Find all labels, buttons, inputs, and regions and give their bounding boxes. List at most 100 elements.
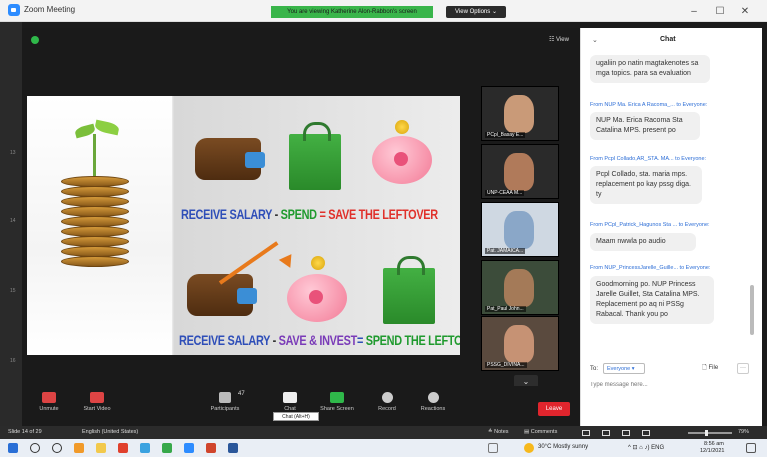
reactions-label: Reactions [420,406,446,412]
chat-collapse-icon[interactable]: ⌄ [592,36,598,44]
formula-term: SAVE THE LEFTOVER [328,206,438,222]
minimize-button[interactable]: – [687,6,701,17]
participant-video [504,211,534,249]
arrow-head-icon [278,250,298,268]
more-options-button[interactable]: ··· [737,363,749,374]
chat-title: Chat [660,36,676,43]
record-icon [381,392,393,403]
shared-slide: RECEIVE SALARY - SPEND = SAVE THE LEFTOV… [27,96,460,355]
zoom-slider-thumb[interactable] [705,430,708,436]
record-label: Record [378,406,396,412]
participant-tile[interactable]: Pat_Paul John... [481,260,559,315]
formula-row-1: RECEIVE SALARY - SPEND = SAVE THE LEFTOV… [181,206,438,222]
to-label: To: [590,366,599,372]
office-icon[interactable] [118,443,128,453]
participant-video [504,325,534,363]
slideshow-icon[interactable] [642,430,650,436]
start-video-button[interactable]: Start Video [72,392,122,412]
chat-message-input[interactable] [590,378,750,392]
close-button[interactable]: ✕ [738,6,752,17]
video-off-icon [90,392,104,403]
clock-time[interactable]: 8:56 am [704,441,724,447]
chrome-icon[interactable] [162,443,172,453]
powerpoint-icon[interactable] [206,443,216,453]
participant-tile[interactable]: PCpl_Basay E... [481,86,559,141]
formula-operator: - [271,206,281,222]
chat-button[interactable]: Chat [265,392,315,412]
maximize-button[interactable]: ☐ [713,6,727,17]
participant-tile[interactable]: UNP-CEAA M... [481,144,559,199]
coin-icon [311,256,325,270]
sprout-icon [93,134,96,179]
reading-view-icon[interactable] [622,430,630,436]
encryption-shield-icon[interactable] [31,36,39,44]
chat-scrollbar[interactable] [750,285,754,335]
notes-button[interactable]: ≙ Notes [488,429,509,435]
chat-tooltip: Chat (Alt+H) [273,412,319,421]
slide-sorter-icon[interactable] [602,430,610,436]
shopping-bag-icon [289,122,341,190]
ruler-number: 15 [10,288,16,294]
word-icon[interactable] [228,443,238,453]
coin-icon [395,120,409,134]
participants-count: 47 [238,391,245,397]
participant-video [504,269,534,307]
search-icon[interactable] [30,443,40,453]
participant-tile[interactable]: Pat. JAMAICA... [481,202,559,257]
viewing-screen-banner: You are viewing Katherine Alon-Rabbon's … [271,6,433,18]
comments-button[interactable]: ▤ Comments [524,429,557,435]
file-button[interactable]: 🗋 File [702,363,732,374]
chat-sender: From PCpl_Patrick_Hagunos Sta ... to Eve… [590,222,710,228]
chat-message: Goodmorning po. NUP Princess Jarelle Gui… [590,276,714,324]
normal-view-icon[interactable] [582,430,590,436]
zoom-level[interactable]: 79% [738,429,749,435]
view-options-button[interactable]: View Options ⌄ [446,6,506,18]
participants-label: Participants [210,406,240,412]
file-explorer-icon[interactable] [96,443,106,453]
wallet-icon [195,138,265,180]
chat-sender: From Pcpl Collado,AR_STA. MA... to Every… [590,156,707,162]
formula-term: SPEND [280,206,317,222]
zoom-app-icon[interactable] [184,443,194,453]
unmute-label: Unmute [39,406,59,412]
notifications-icon[interactable] [746,443,756,453]
reactions-button[interactable]: Reactions [408,392,458,412]
firefox-icon[interactable] [74,443,84,453]
leave-button[interactable]: Leave [538,402,570,416]
zoom-slider[interactable] [688,432,732,434]
people-icon[interactable] [488,443,498,453]
participants-icon [219,392,231,403]
weather-text[interactable]: 30°C Mostly sunny [538,444,588,450]
zoom-logo-icon [8,4,20,16]
unmute-button[interactable]: Unmute [24,392,74,412]
formula-operator: = [316,206,329,222]
left-ruler [0,22,22,426]
shopping-bag-icon [383,256,435,324]
coin-stack-image [27,96,172,355]
system-tray[interactable]: ^ ⊡ ⌂ ♪) ENG [628,444,664,451]
participant-name: PCpl_Basay E... [485,132,526,138]
formula-operator: = [356,332,366,348]
clock-date[interactable]: 12/1/2021 [700,448,724,454]
participant-tile[interactable]: PSSG_DIVINA... [481,316,559,371]
slide-counter: Slide 14 of 29 [8,429,42,435]
share-screen-button[interactable]: Share Screen [312,392,362,412]
edge-icon[interactable] [140,443,150,453]
share-screen-label: Share Screen [320,406,354,412]
ruler-number: 16 [10,358,16,364]
weather-icon[interactable] [524,443,534,453]
chat-sender: From NUP Ma. Erica A Racoma_... to Every… [590,102,708,108]
participant-video [504,95,534,133]
record-button[interactable]: Record [362,392,412,412]
cortana-icon[interactable] [52,443,62,453]
share-screen-icon [330,392,344,403]
windows-start-icon[interactable] [8,443,18,453]
piggy-bank-icon [287,274,347,322]
participant-name: PSSG_DIVINA... [485,362,527,368]
language-indicator[interactable]: English (United States) [82,429,138,435]
recipient-select[interactable]: Everyone ▾ [603,363,645,374]
view-button[interactable]: ☷ View [549,36,569,43]
ruler-number: 13 [10,150,16,156]
chat-sender: From NUP_PrincessJarelle_Guille... to Ev… [590,265,711,271]
microphone-muted-icon [42,392,56,403]
